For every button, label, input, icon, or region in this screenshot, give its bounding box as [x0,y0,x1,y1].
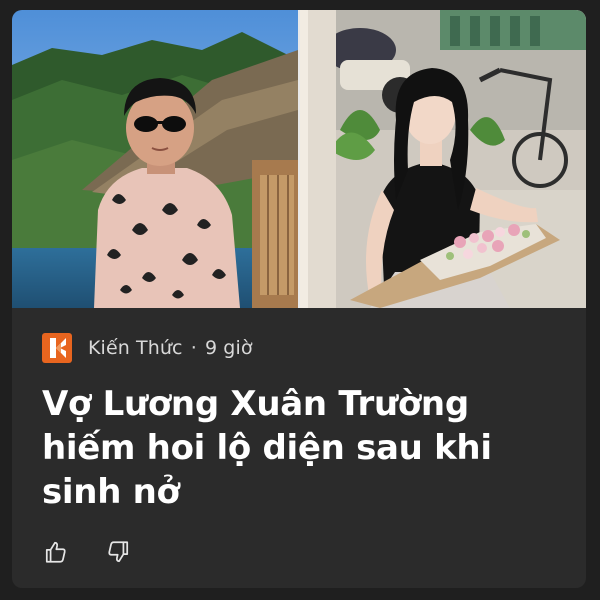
article-headline[interactable]: Vợ Lương Xuân Trường hiếm hoi lộ diện sa… [42,382,562,514]
news-card[interactable]: Kiến Thức · 9 giờ Vợ Lương Xuân Trường h… [12,10,586,588]
like-button[interactable] [42,538,70,566]
photo-left [12,10,298,308]
article-meta: Kiến Thức · 9 giờ [42,332,253,364]
meta-separator: · [190,337,197,359]
source-line: Kiến Thức · 9 giờ [88,337,253,359]
dislike-button[interactable] [104,538,132,566]
thumbs-up-icon [45,541,66,563]
thumbs-down-icon [108,541,129,563]
article-image[interactable] [12,10,586,308]
time-ago: 9 giờ [204,337,253,359]
reaction-bar [42,538,132,566]
source-name[interactable]: Kiến Thức [88,337,183,359]
kienthuc-logo-icon[interactable] [42,333,72,363]
photo-right [300,10,586,308]
